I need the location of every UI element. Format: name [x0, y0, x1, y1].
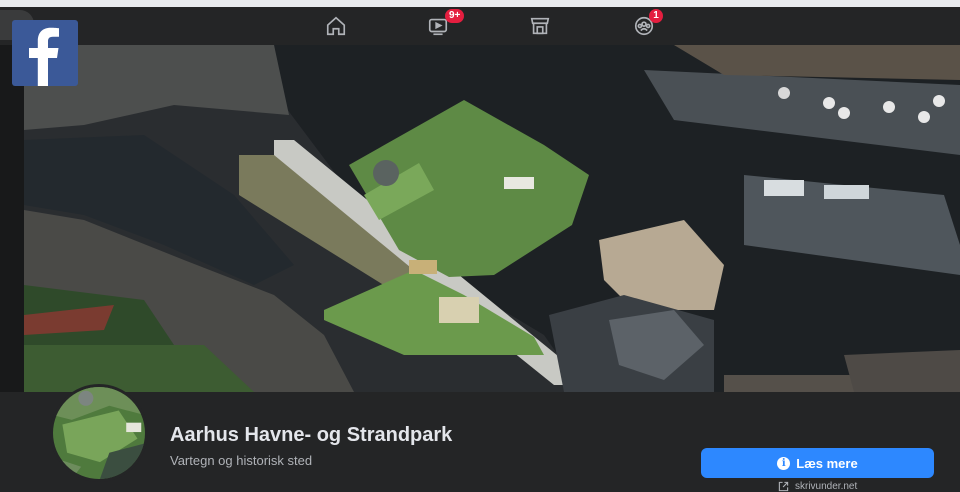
learn-more-button[interactable]: i Læs mere [701, 448, 934, 478]
facebook-f-icon [29, 27, 59, 86]
groups-badge: 1 [649, 9, 663, 23]
source-watermark: skrivunder.net [778, 481, 857, 492]
nav-tab-marketplace[interactable] [510, 7, 570, 45]
marketplace-icon [530, 17, 550, 35]
profile-avatar[interactable] [50, 384, 148, 482]
cover-aerial-image [24, 45, 960, 392]
nav-tab-home[interactable] [306, 7, 366, 45]
nav-tab-watch[interactable]: 9+ [408, 7, 468, 45]
external-link-icon [778, 481, 789, 492]
avatar-image [53, 387, 145, 479]
top-navbar: 9+ 1 [0, 7, 960, 45]
browser-top-strip [0, 0, 960, 7]
learn-more-label: Læs mere [796, 455, 858, 471]
nav-tab-groups[interactable]: 1 [614, 7, 674, 45]
watermark-text: skrivunder.net [795, 481, 858, 492]
home-icon [326, 16, 346, 36]
info-icon: i [777, 456, 791, 470]
watch-badge: 9+ [445, 9, 465, 23]
page-category: Vartegn og historisk sted [170, 453, 313, 468]
page-title: Aarhus Havne- og Strandpark [170, 424, 453, 446]
facebook-logo [12, 20, 78, 86]
cover-photo[interactable] [24, 45, 960, 392]
